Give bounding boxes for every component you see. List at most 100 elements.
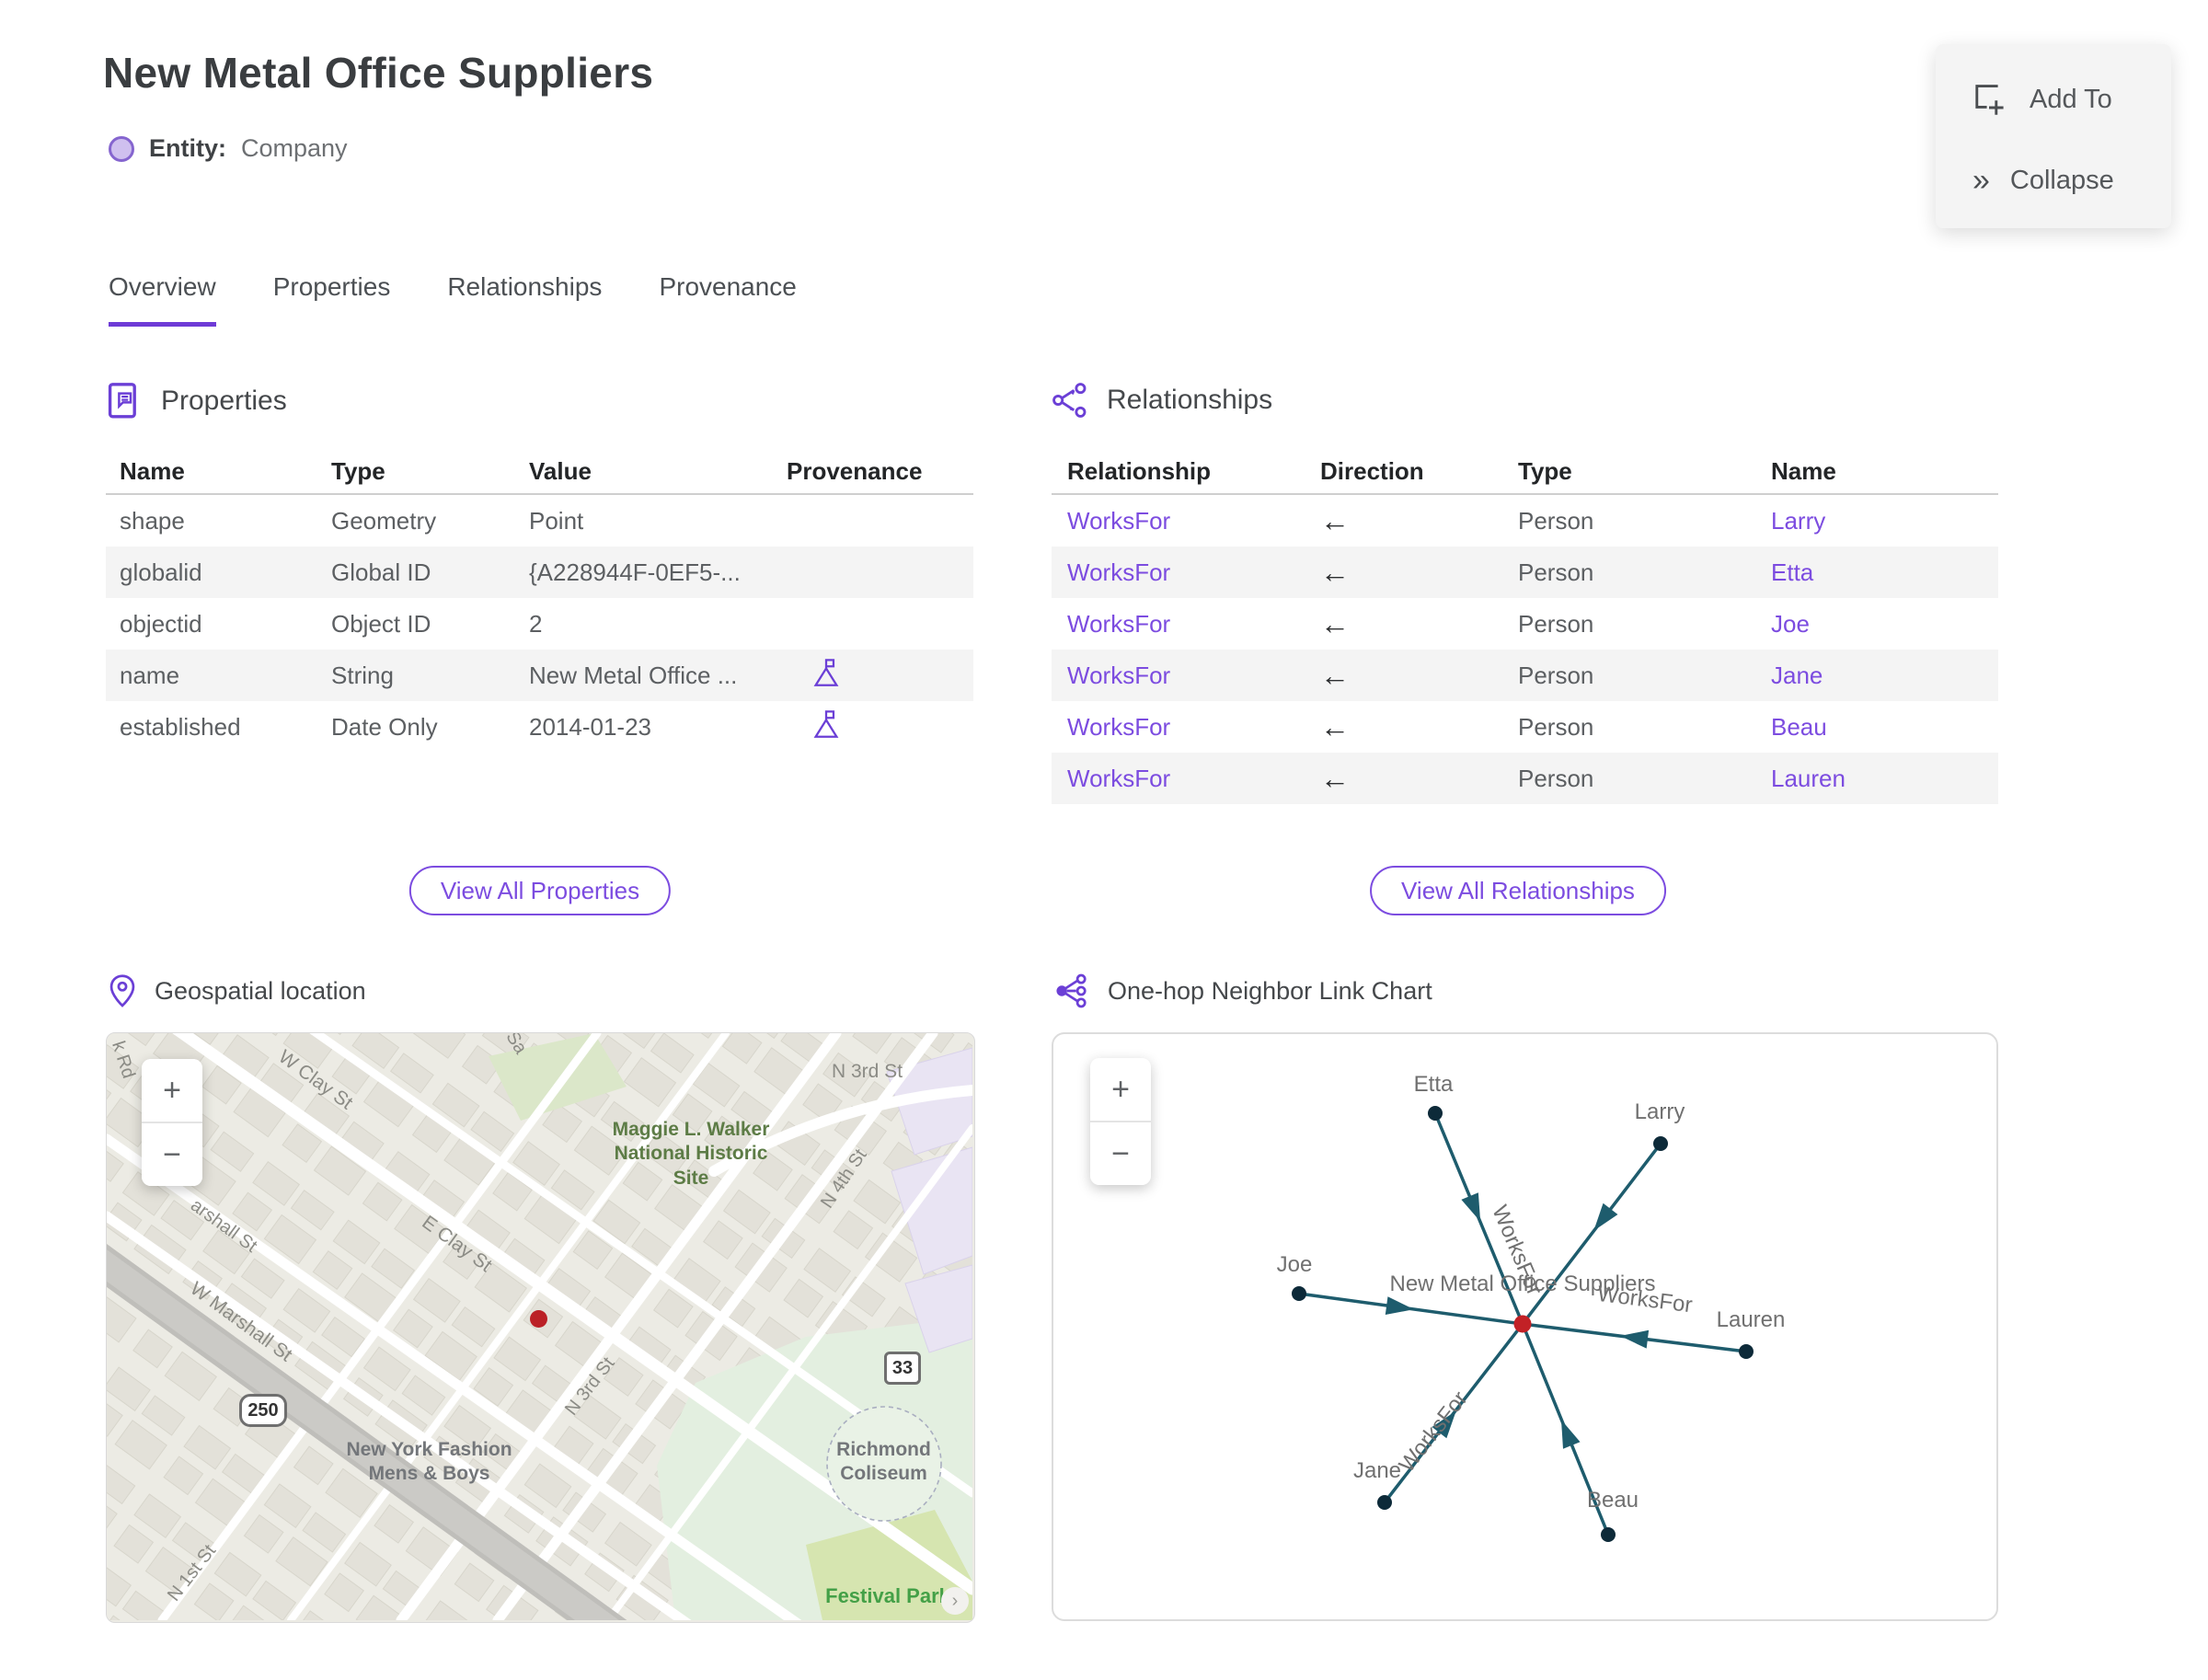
entity-link[interactable]: Jane bbox=[1771, 662, 1998, 690]
relationship-type: Person bbox=[1518, 506, 1594, 535]
col-direction: Direction bbox=[1320, 456, 1424, 485]
col-type: Type bbox=[1518, 456, 1572, 485]
node-lauren[interactable] bbox=[1739, 1344, 1754, 1359]
node-jane[interactable] bbox=[1377, 1495, 1392, 1510]
entity-link[interactable]: Larry bbox=[1771, 507, 1998, 535]
relationships-table-header: Relationship Direction Type Name bbox=[1052, 449, 1998, 495]
map-zoom-in-button[interactable]: + bbox=[142, 1059, 202, 1122]
chart-zoom-out-button[interactable]: − bbox=[1090, 1121, 1151, 1185]
property-type: String bbox=[331, 661, 394, 689]
link-chart[interactable]: WorksFor WorksFor WorksFor Etta Larry Jo… bbox=[1052, 1032, 1998, 1621]
property-value: 2 bbox=[529, 609, 543, 638]
table-row[interactable]: objectid Object ID 2 bbox=[106, 598, 973, 650]
collapse-icon: » bbox=[1972, 162, 1990, 198]
map-pin-icon bbox=[109, 974, 135, 1007]
node-beau[interactable] bbox=[1601, 1527, 1616, 1542]
node-label: Jane bbox=[1353, 1458, 1401, 1483]
relationship-link[interactable]: WorksFor bbox=[1067, 713, 1320, 742]
tab-provenance[interactable]: Provenance bbox=[659, 272, 796, 327]
node-label: Beau bbox=[1587, 1488, 1639, 1513]
relationship-link[interactable]: WorksFor bbox=[1067, 662, 1320, 690]
add-to-label: Add To bbox=[2030, 84, 2112, 114]
geospatial-section-header: Geospatial location bbox=[109, 973, 366, 1008]
edge-label: WorksFor bbox=[1395, 1387, 1473, 1477]
relationship-type: Person bbox=[1518, 661, 1594, 689]
direction-arrow: ← bbox=[1320, 761, 1350, 795]
relationship-link[interactable]: WorksFor bbox=[1067, 507, 1320, 535]
poi-label-ny-fashion: New York Fashion Mens & Boys bbox=[346, 1439, 512, 1485]
property-type: Geometry bbox=[331, 506, 437, 535]
table-row[interactable]: WorksFor ← Person Larry bbox=[1052, 495, 1998, 547]
node-label: Joe bbox=[1277, 1252, 1313, 1277]
entity-link[interactable]: Joe bbox=[1771, 610, 1998, 639]
table-row[interactable]: globalid Global ID {A228944F-0EF5-... bbox=[106, 547, 973, 598]
node-center-company[interactable] bbox=[1513, 1315, 1532, 1333]
property-value: 2014-01-23 bbox=[529, 712, 651, 741]
properties-table: Name Type Value Provenance shape Geometr… bbox=[106, 449, 973, 753]
relationship-link[interactable]: WorksFor bbox=[1067, 558, 1320, 587]
link-chart-section-title: One-hop Neighbor Link Chart bbox=[1108, 976, 1432, 1005]
arrowhead bbox=[1461, 1192, 1481, 1222]
add-to-button[interactable]: Add To bbox=[1936, 64, 2171, 134]
map-attribution-toggle[interactable]: › bbox=[941, 1587, 969, 1615]
table-row[interactable]: WorksFor ← Person Etta bbox=[1052, 547, 1998, 598]
poi-label-richmond-coliseum: Richmond Coliseum bbox=[836, 1439, 931, 1485]
map-zoom-out-button[interactable]: − bbox=[142, 1122, 202, 1186]
properties-icon bbox=[108, 383, 136, 419]
table-row[interactable]: WorksFor ← Person Joe bbox=[1052, 598, 1998, 650]
property-name: established bbox=[120, 712, 241, 741]
property-name: shape bbox=[120, 506, 185, 535]
relationship-link[interactable]: WorksFor bbox=[1067, 765, 1320, 793]
chart-zoom-in-button[interactable]: + bbox=[1090, 1058, 1151, 1121]
property-name: globalid bbox=[120, 558, 202, 586]
table-row[interactable]: shape Geometry Point bbox=[106, 495, 973, 547]
properties-table-header: Name Type Value Provenance bbox=[106, 449, 973, 495]
entity-link[interactable]: Beau bbox=[1771, 713, 1998, 742]
view-all-relationships-button[interactable]: View All Relationships bbox=[1370, 866, 1666, 915]
view-all-properties-button[interactable]: View All Properties bbox=[408, 866, 672, 915]
entity-label: Entity: bbox=[149, 134, 226, 162]
direction-arrow: ← bbox=[1320, 503, 1350, 537]
tab-overview[interactable]: Overview bbox=[109, 272, 216, 327]
street-label: N 3rd St bbox=[832, 1061, 903, 1082]
table-row[interactable]: name String New Metal Office ... bbox=[106, 650, 973, 701]
col-value: Value bbox=[529, 456, 592, 485]
provenance-flag-icon[interactable] bbox=[812, 708, 840, 739]
entity-link[interactable]: Lauren bbox=[1771, 765, 1998, 793]
node-larry[interactable] bbox=[1653, 1136, 1668, 1151]
one-hop-icon bbox=[1056, 973, 1087, 1008]
relationship-type: Person bbox=[1518, 558, 1594, 586]
node-label: Etta bbox=[1414, 1072, 1454, 1097]
collapse-label: Collapse bbox=[2009, 165, 2114, 195]
col-name: Name bbox=[120, 456, 185, 485]
relationships-section-title: Relationships bbox=[1107, 385, 1273, 415]
provenance-flag-icon[interactable] bbox=[812, 657, 840, 687]
node-etta[interactable] bbox=[1428, 1106, 1443, 1121]
entity-location-marker[interactable] bbox=[530, 1310, 547, 1328]
map-zoom-control: + − bbox=[142, 1059, 202, 1186]
tab-relationships[interactable]: Relationships bbox=[447, 272, 602, 327]
actions-card: Add To » Collapse bbox=[1936, 44, 2171, 228]
entity-detail-page: New Metal Office Suppliers Entity: Compa… bbox=[0, 0, 2208, 1680]
properties-section-header: Properties bbox=[106, 382, 287, 420]
map[interactable]: + − k Rd W Clay St Sa arshall St W Marsh… bbox=[106, 1032, 975, 1623]
node-label: Larry bbox=[1635, 1099, 1685, 1124]
node-joe[interactable] bbox=[1292, 1286, 1306, 1301]
collapse-button[interactable]: » Collapse bbox=[1936, 145, 2171, 215]
table-row[interactable]: WorksFor ← Person Jane bbox=[1052, 650, 1998, 701]
table-row[interactable]: established Date Only 2014-01-23 bbox=[106, 701, 973, 753]
entity-link[interactable]: Etta bbox=[1771, 558, 1998, 587]
tab-properties[interactable]: Properties bbox=[273, 272, 391, 327]
property-type: Date Only bbox=[331, 712, 438, 741]
relationship-link[interactable]: WorksFor bbox=[1067, 610, 1320, 639]
property-value: Point bbox=[529, 506, 584, 535]
table-row[interactable]: WorksFor ← Person Beau bbox=[1052, 701, 1998, 753]
arrowhead bbox=[1560, 1420, 1581, 1449]
table-row[interactable]: WorksFor ← Person Lauren bbox=[1052, 753, 1998, 804]
link-chart-canvas: WorksFor WorksFor WorksFor Etta Larry Jo… bbox=[1277, 1072, 1785, 1542]
property-value: New Metal Office ... bbox=[529, 661, 738, 689]
entity-row: Entity: Company bbox=[109, 134, 348, 163]
direction-arrow: ← bbox=[1320, 709, 1350, 743]
relationship-type: Person bbox=[1518, 609, 1594, 638]
relationships-table: Relationship Direction Type Name WorksFo… bbox=[1052, 449, 1998, 804]
